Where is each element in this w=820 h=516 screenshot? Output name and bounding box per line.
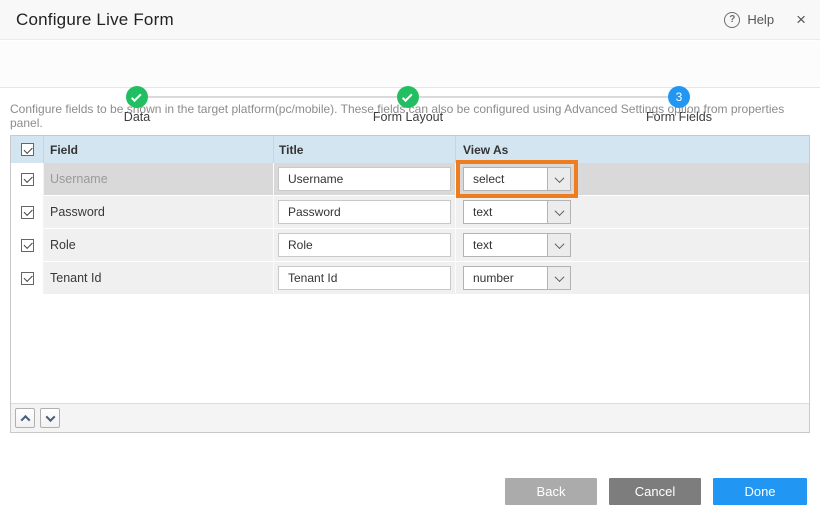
check-icon xyxy=(131,91,142,102)
chevron-down-icon xyxy=(554,173,564,183)
chevron-down-icon xyxy=(45,412,55,422)
table-row[interactable]: Role Role text xyxy=(11,229,809,262)
table-empty-area xyxy=(11,295,809,403)
view-as-value: number xyxy=(464,267,547,289)
table-header-row: Field Title View As xyxy=(11,136,809,163)
done-button[interactable]: Done xyxy=(713,478,807,505)
highlight-box: select xyxy=(456,160,578,198)
header-checkbox-cell xyxy=(11,136,44,163)
title-input[interactable]: Role xyxy=(278,233,451,257)
cancel-button[interactable]: Cancel xyxy=(609,478,701,505)
table-row[interactable]: Username Username select xyxy=(11,163,809,196)
row-checkbox[interactable] xyxy=(21,173,34,186)
move-down-button[interactable] xyxy=(40,408,60,428)
title-input[interactable]: Tenant Id xyxy=(278,266,451,290)
help-icon: ? xyxy=(724,12,740,28)
view-as-value: text xyxy=(464,201,547,223)
column-header-view-as: View As xyxy=(456,136,809,163)
view-as-select[interactable]: number xyxy=(463,266,571,290)
dialog-titlebar: Configure Live Form ? Help × xyxy=(0,0,820,40)
configure-live-form-dialog: Configure Live Form ? Help × Data Form L… xyxy=(0,0,820,516)
chevron-down-icon xyxy=(554,239,564,249)
step-form-layout-circle[interactable] xyxy=(397,86,419,108)
select-all-checkbox[interactable] xyxy=(21,143,34,156)
chevron-down-icon xyxy=(554,206,564,216)
table-footer xyxy=(11,403,809,432)
chevron-down-icon xyxy=(554,272,564,282)
check-icon xyxy=(402,91,413,102)
row-checkbox[interactable] xyxy=(21,206,34,219)
table-row[interactable]: Tenant Id Tenant Id number xyxy=(11,262,809,295)
column-header-title: Title xyxy=(274,136,456,163)
view-as-value: text xyxy=(464,234,547,256)
select-dropdown-button[interactable] xyxy=(547,234,570,256)
step-data-circle[interactable] xyxy=(126,86,148,108)
step-number: 3 xyxy=(676,90,683,104)
title-input[interactable]: Password xyxy=(278,200,451,224)
move-up-button[interactable] xyxy=(15,408,35,428)
step-form-fields-circle[interactable]: 3 xyxy=(668,86,690,108)
help-button[interactable]: ? Help xyxy=(724,12,774,28)
field-name: Username xyxy=(44,163,274,195)
close-icon[interactable]: × xyxy=(796,11,806,28)
help-label: Help xyxy=(747,12,774,27)
column-header-field: Field xyxy=(44,136,274,163)
field-name: Role xyxy=(44,229,274,261)
view-as-select[interactable]: text xyxy=(463,200,571,224)
view-as-value: select xyxy=(464,168,547,190)
table-row[interactable]: Password Password text xyxy=(11,196,809,229)
stepper-connector xyxy=(148,96,397,98)
row-checkbox[interactable] xyxy=(21,272,34,285)
back-button[interactable]: Back xyxy=(505,478,597,505)
select-dropdown-button[interactable] xyxy=(547,168,570,190)
dialog-actions: Back Cancel Done xyxy=(0,478,807,505)
chevron-up-icon xyxy=(20,414,30,424)
fields-table: Field Title View As Username Username se… xyxy=(10,135,810,433)
dialog-title: Configure Live Form xyxy=(16,10,174,30)
view-as-select[interactable]: text xyxy=(463,233,571,257)
field-name: Tenant Id xyxy=(44,262,274,294)
field-name: Password xyxy=(44,196,274,228)
select-dropdown-button[interactable] xyxy=(547,201,570,223)
title-input[interactable]: Username xyxy=(278,167,451,191)
stepper-connector xyxy=(419,96,668,98)
wizard-stepper: Data Form Layout 3 Form Fields xyxy=(0,41,820,88)
select-dropdown-button[interactable] xyxy=(547,267,570,289)
view-as-select[interactable]: select xyxy=(463,167,571,191)
row-checkbox[interactable] xyxy=(21,239,34,252)
